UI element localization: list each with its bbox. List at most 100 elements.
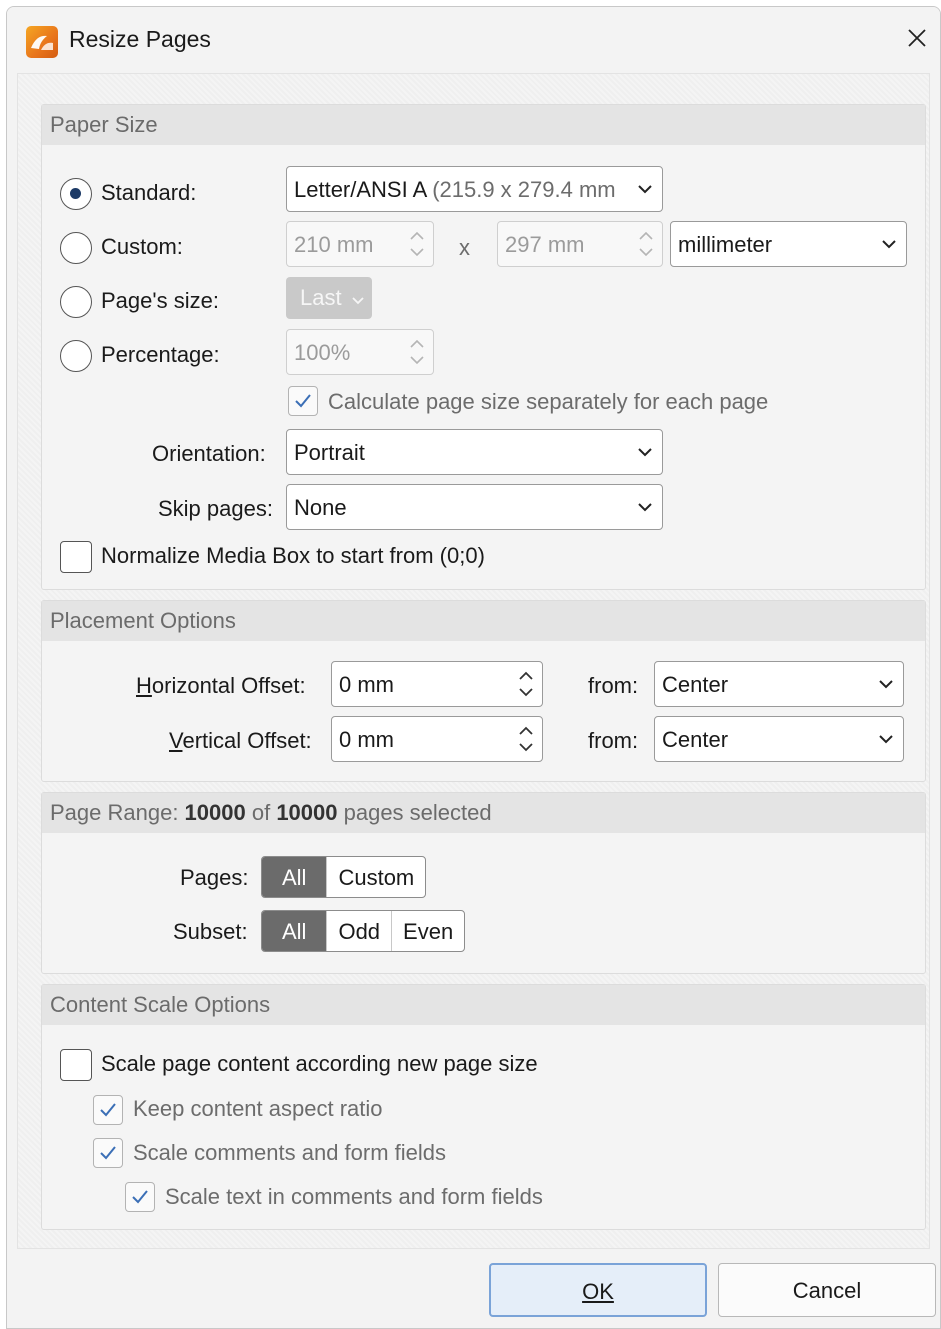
keep-aspect-checkbox[interactable] bbox=[93, 1095, 123, 1125]
chevron-down-icon bbox=[879, 735, 893, 744]
dialog-body: Paper Size Standard: Letter/ANSI A (215.… bbox=[17, 73, 930, 1249]
vertical-from-label: from: bbox=[588, 728, 639, 753]
ok-button-label: OK bbox=[582, 1279, 614, 1304]
percentage-radio[interactable] bbox=[60, 340, 92, 372]
custom-width-input[interactable]: 210 mm bbox=[286, 221, 434, 267]
paper-size-header: Paper Size bbox=[42, 105, 925, 145]
spin-arrows-icon[interactable] bbox=[517, 666, 535, 702]
vertical-offset-text: ertical Offset: bbox=[182, 728, 312, 753]
vertical-offset-input[interactable]: 0 mm bbox=[331, 716, 543, 762]
normalize-checkbox[interactable] bbox=[60, 541, 92, 573]
resize-pages-dialog: Resize Pages Paper Size Standard: Letter… bbox=[6, 6, 941, 1329]
calc-separately-label: Calculate page size separately for each … bbox=[328, 389, 769, 414]
pages-label: Pages: bbox=[180, 865, 249, 890]
chevron-down-icon bbox=[638, 448, 652, 457]
pages-size-button[interactable]: Last bbox=[286, 277, 372, 319]
custom-radio[interactable] bbox=[60, 232, 92, 264]
chevron-down-icon bbox=[638, 185, 652, 194]
standard-size-value: Letter/ANSI A bbox=[294, 177, 427, 202]
skip-pages-value: None bbox=[294, 495, 347, 520]
percentage-input[interactable]: 100% bbox=[286, 329, 434, 375]
subset-even-button[interactable]: Even bbox=[391, 911, 464, 951]
skip-pages-select[interactable]: None bbox=[286, 484, 663, 530]
ok-button[interactable]: OK bbox=[489, 1263, 707, 1317]
pages-custom-button[interactable]: Custom bbox=[326, 857, 425, 897]
horizontal-from-label: from: bbox=[588, 673, 639, 698]
pages-segmented-control: All Custom bbox=[261, 856, 427, 898]
spin-arrows-icon bbox=[410, 339, 424, 365]
page-range-header: Page Range: 10000 of 10000 pages selecte… bbox=[42, 793, 925, 833]
skip-pages-label: Skip pages: bbox=[158, 496, 273, 521]
subset-odd-button[interactable]: Odd bbox=[326, 911, 391, 951]
orientation-label: Orientation: bbox=[152, 441, 266, 466]
spin-arrows-icon bbox=[639, 231, 653, 257]
check-icon bbox=[100, 1103, 116, 1117]
standard-label: Standard: bbox=[101, 180, 197, 205]
times-sign: x bbox=[459, 235, 470, 260]
custom-height-value: 297 mm bbox=[505, 232, 585, 257]
standard-size-dim: (215.9 x 279.4 mm bbox=[426, 177, 616, 202]
scale-text-label: Scale text in comments and form fields bbox=[165, 1184, 543, 1209]
scale-comments-label: Scale comments and form fields bbox=[133, 1140, 447, 1165]
unit-select[interactable]: millimeter bbox=[670, 221, 907, 267]
window-title: Resize Pages bbox=[69, 26, 211, 52]
calc-separately-checkbox[interactable] bbox=[288, 386, 318, 416]
pages-all-button[interactable]: All bbox=[262, 857, 327, 897]
selected-count: 10000 bbox=[184, 800, 246, 825]
spin-arrows-icon bbox=[410, 231, 424, 257]
vertical-offset-mnemonic: V bbox=[169, 728, 183, 753]
custom-height-input[interactable]: 297 mm bbox=[497, 221, 663, 267]
chevron-down-icon bbox=[879, 680, 893, 689]
pages-size-label: Page's size: bbox=[101, 288, 219, 313]
orientation-value: Portrait bbox=[294, 440, 365, 465]
chevron-down-icon bbox=[882, 240, 896, 249]
scale-text-checkbox[interactable] bbox=[125, 1182, 155, 1212]
spin-arrows-icon[interactable] bbox=[517, 721, 535, 757]
close-icon bbox=[908, 29, 926, 47]
vertical-from-value: Center bbox=[662, 727, 729, 752]
percentage-value: 100% bbox=[294, 340, 351, 365]
page-range-of: of bbox=[245, 800, 277, 825]
check-icon bbox=[100, 1146, 116, 1160]
keep-aspect-label: Keep content aspect ratio bbox=[133, 1096, 383, 1121]
horizontal-offset-label: Horizontal Offset: bbox=[136, 673, 306, 699]
page-range-prefix: Page Range: bbox=[50, 800, 185, 825]
horizontal-offset-mnemonic: H bbox=[136, 673, 152, 698]
pages-size-radio[interactable] bbox=[60, 286, 92, 318]
horizontal-offset-text: orizontal Offset: bbox=[151, 673, 306, 698]
page-range-group: Page Range: 10000 of 10000 pages selecte… bbox=[41, 792, 926, 974]
page-range-suffix: pages selected bbox=[337, 800, 492, 825]
total-count: 10000 bbox=[276, 800, 338, 825]
close-button[interactable] bbox=[894, 15, 940, 61]
check-icon bbox=[295, 394, 311, 408]
horizontal-from-value: Center bbox=[662, 672, 729, 697]
scale-comments-checkbox[interactable] bbox=[93, 1138, 123, 1168]
chevron-down-icon bbox=[638, 503, 652, 512]
normalize-label: Normalize Media Box to start from (0;0) bbox=[101, 543, 485, 568]
standard-size-select[interactable]: Letter/ANSI A (215.9 x 279.4 mm bbox=[286, 166, 663, 212]
custom-width-value: 210 mm bbox=[294, 232, 374, 257]
content-scale-header: Content Scale Options bbox=[42, 985, 925, 1025]
content-scale-group: Content Scale Options Scale page content… bbox=[41, 984, 926, 1230]
paper-size-group: Paper Size Standard: Letter/ANSI A (215.… bbox=[41, 104, 926, 590]
vertical-offset-label: Vertical Offset: bbox=[169, 728, 312, 754]
pages-size-button-label: Last bbox=[300, 285, 342, 310]
subset-segmented-control: All Odd Even bbox=[261, 910, 466, 952]
chevron-down-icon bbox=[352, 297, 364, 305]
horizontal-offset-value: 0 mm bbox=[339, 672, 394, 697]
placement-group: Placement Options Horizontal Offset: 0 m… bbox=[41, 600, 926, 782]
vertical-from-select[interactable]: Center bbox=[654, 716, 904, 762]
placement-header: Placement Options bbox=[42, 601, 925, 641]
vertical-offset-value: 0 mm bbox=[339, 727, 394, 752]
check-icon bbox=[132, 1190, 148, 1204]
horizontal-offset-input[interactable]: 0 mm bbox=[331, 661, 543, 707]
unit-value: millimeter bbox=[678, 232, 773, 257]
scale-content-checkbox[interactable] bbox=[60, 1049, 92, 1081]
subset-all-button[interactable]: All bbox=[262, 911, 327, 951]
orientation-select[interactable]: Portrait bbox=[286, 429, 663, 475]
cancel-button[interactable]: Cancel bbox=[718, 1263, 936, 1317]
standard-radio[interactable] bbox=[60, 178, 92, 210]
title-bar: Resize Pages bbox=[7, 7, 940, 69]
app-logo-icon bbox=[26, 26, 58, 58]
horizontal-from-select[interactable]: Center bbox=[654, 661, 904, 707]
